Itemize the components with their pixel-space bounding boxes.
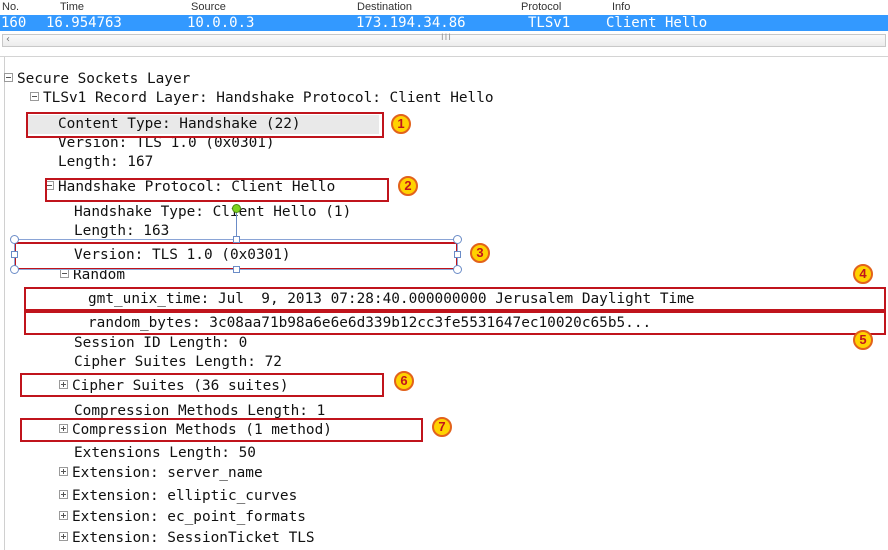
badge-1: 1 (391, 114, 411, 134)
col-protocol[interactable]: Protocol (521, 1, 561, 13)
annotation-box-5 (24, 311, 886, 335)
expand-icon[interactable] (59, 511, 68, 520)
expand-icon[interactable] (59, 532, 68, 541)
col-destination[interactable]: Destination (357, 1, 412, 13)
col-time[interactable]: Time (60, 1, 84, 13)
annotation-box-7 (20, 418, 423, 442)
col-source[interactable]: Source (191, 1, 226, 13)
annotation-box-2 (45, 178, 389, 202)
cell-time: 16.954763 (46, 15, 122, 31)
tree-node-session-id-length[interactable]: Session ID Length: 0 (74, 334, 247, 353)
selected-packet-row[interactable]: 160 16.954763 10.0.0.3 173.194.34.86 TLS… (0, 15, 888, 31)
tree-node-ssl[interactable]: Secure Sockets Layer (4, 70, 190, 89)
tree-left-border (4, 57, 5, 550)
tree-node-handshake-type[interactable]: Handshake Type: Client Hello (1) (74, 203, 351, 222)
collapse-icon[interactable] (30, 92, 39, 101)
cell-protocol: TLSv1 (528, 15, 571, 31)
packet-list-header: No. Time Source Destination Protocol Inf… (0, 0, 888, 14)
tree-node-cipher-suites-length[interactable]: Cipher Suites Length: 72 (74, 353, 282, 372)
annotation-box-4 (24, 287, 886, 311)
rotate-handle-icon[interactable] (232, 204, 241, 213)
resize-handle-bl[interactable] (10, 265, 19, 274)
tree-node-extensions-length[interactable]: Extensions Length: 50 (74, 444, 256, 463)
badge-5: 5 (853, 330, 873, 350)
tree-node-ext-server-name[interactable]: Extension: server_name (59, 464, 263, 483)
pane-divider[interactable] (0, 56, 888, 57)
tree-node-record-length[interactable]: Length: 167 (58, 153, 153, 172)
badge-6: 6 (394, 371, 414, 391)
scroll-left-icon[interactable]: ‹ (6, 34, 10, 45)
expand-icon[interactable] (59, 467, 68, 476)
cell-source: 10.0.0.3 (187, 15, 255, 31)
tree-node-ext-elliptic-curves[interactable]: Extension: elliptic_curves (59, 487, 297, 506)
tree-node-record-layer[interactable]: TLSv1 Record Layer: Handshake Protocol: … (30, 89, 494, 108)
tree-node-ext-session-ticket[interactable]: Extension: SessionTicket TLS (59, 529, 315, 548)
resize-handle-br[interactable] (453, 265, 462, 274)
cell-no: 160 (1, 15, 27, 31)
annotation-box-1 (26, 112, 384, 138)
badge-7: 7 (432, 417, 452, 437)
resize-handle-b[interactable] (233, 266, 240, 273)
badge-4: 4 (853, 264, 873, 284)
scroll-grip-icon[interactable]: III (441, 33, 452, 43)
cell-info: Client Hello (606, 15, 708, 31)
resize-handle-t[interactable] (233, 236, 240, 243)
resize-handle-r[interactable] (454, 251, 461, 258)
col-no[interactable]: No. (2, 1, 19, 13)
resize-handle-tr[interactable] (453, 235, 462, 244)
col-info[interactable]: Info (612, 1, 630, 13)
resize-handle-l[interactable] (11, 251, 18, 258)
resize-handle-tl[interactable] (10, 235, 19, 244)
collapse-icon[interactable] (60, 269, 69, 278)
horizontal-scrollbar[interactable]: ‹ III (2, 33, 886, 47)
expand-icon[interactable] (59, 490, 68, 499)
cell-destination: 173.194.34.86 (356, 15, 466, 31)
annotation-box-6 (20, 373, 384, 397)
tree-node-ext-ec-point-formats[interactable]: Extension: ec_point_formats (59, 508, 306, 527)
badge-2: 2 (398, 176, 418, 196)
badge-3: 3 (470, 243, 490, 263)
collapse-icon[interactable] (4, 73, 13, 82)
